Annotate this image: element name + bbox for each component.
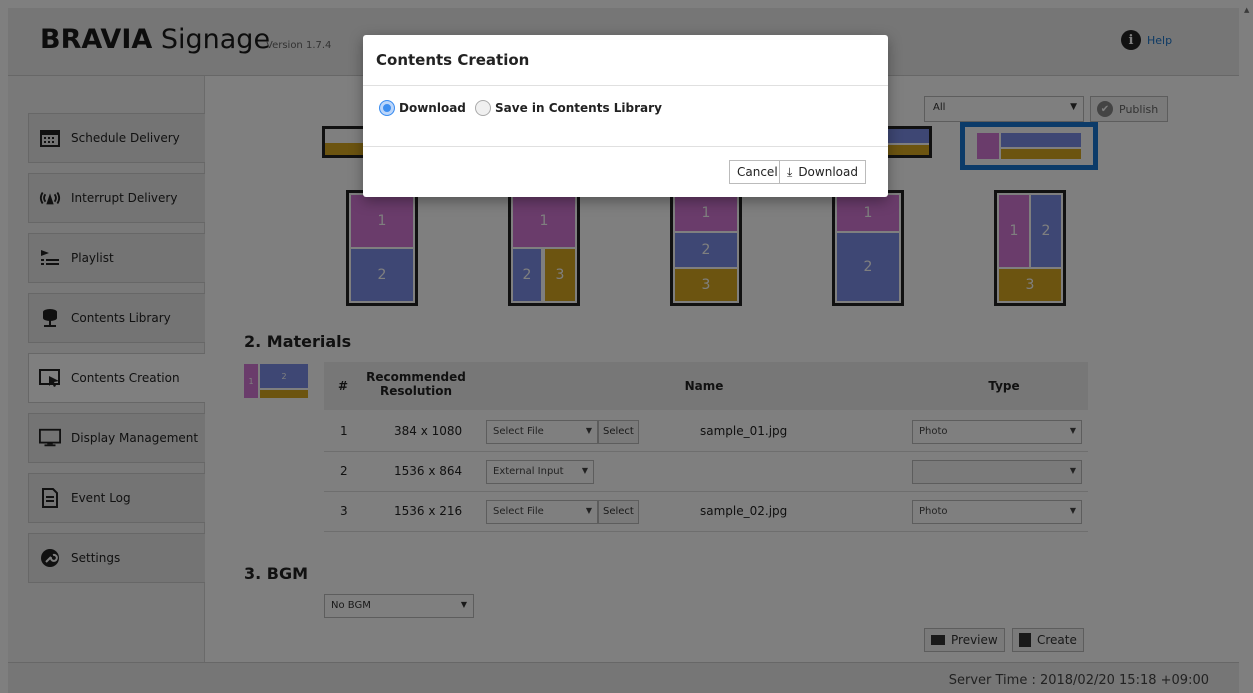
- radio-selected-icon: [379, 100, 395, 116]
- contents-creation-dialog: Contents Creation Download Save in Conte…: [363, 35, 888, 197]
- radio-download[interactable]: Download: [379, 100, 466, 116]
- cancel-label: Cancel: [737, 165, 778, 179]
- dialog-title: Contents Creation: [376, 51, 530, 69]
- radio-unselected-icon: [475, 100, 491, 116]
- download-icon: ⤓: [787, 164, 793, 179]
- divider: [363, 85, 888, 86]
- cancel-button[interactable]: Cancel: [729, 160, 786, 184]
- divider: [363, 146, 888, 147]
- radio-save-in-library[interactable]: Save in Contents Library: [475, 100, 662, 116]
- download-label: Download: [798, 165, 858, 179]
- radio-label: Save in Contents Library: [495, 101, 662, 115]
- radio-label: Download: [399, 101, 466, 115]
- download-button[interactable]: ⤓ Download: [779, 160, 866, 184]
